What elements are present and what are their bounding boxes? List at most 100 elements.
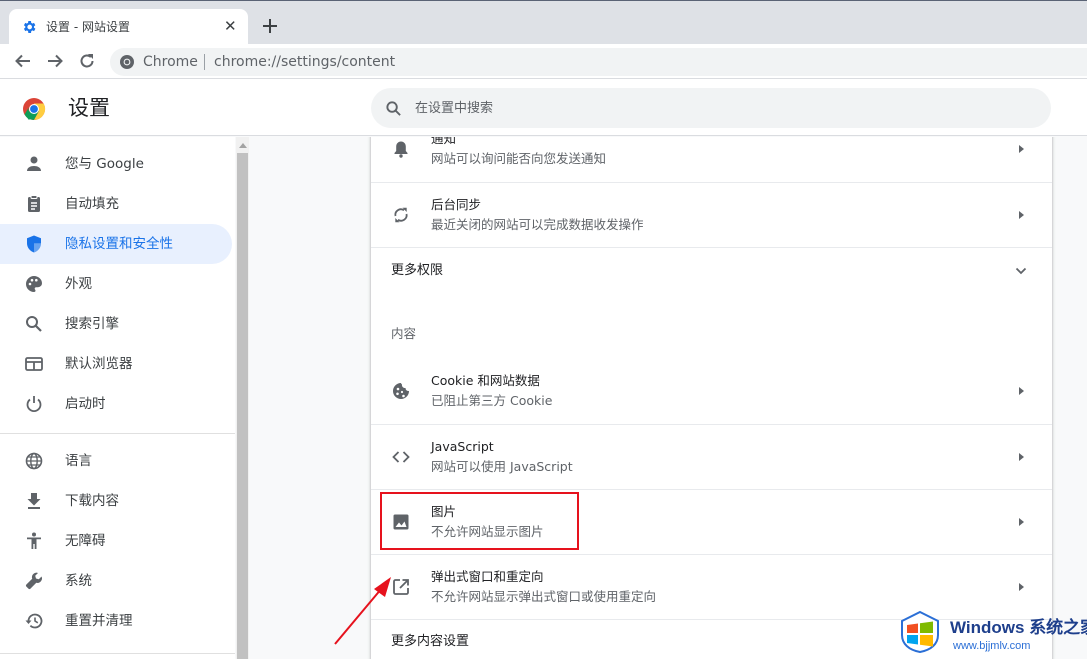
row-javascript[interactable]: JavaScript 网站可以使用 JavaScript: [371, 424, 1052, 489]
clipboard-icon: [28, 195, 40, 212]
watermark-url: www.bjjmlv.com: [953, 640, 1031, 652]
chrome-icon: [120, 55, 134, 69]
tab-settings[interactable]: 设置 - 网站设置 ✕: [9, 9, 248, 45]
person-icon: [27, 156, 41, 171]
search-icon: [26, 316, 42, 332]
sidebar-divider: [0, 653, 235, 654]
sidebar-item-label: 重置并清理: [65, 613, 133, 629]
scroll-up-arrow-icon[interactable]: [239, 143, 247, 148]
watermark-brand-cn: 系统之家: [1029, 618, 1087, 637]
cookie-icon: [393, 383, 409, 399]
arrow-right-icon: [1019, 387, 1024, 395]
row-subtitle: 已阻止第三方 Cookie: [431, 393, 553, 408]
sidebar-item-autofill[interactable]: 自动填充: [0, 184, 232, 224]
address-bar[interactable]: Chrome chrome://settings/content: [110, 48, 1087, 76]
sidebar-divider: [0, 433, 235, 434]
chevron-down-icon: [1015, 267, 1027, 275]
sync-icon: [394, 207, 408, 223]
arrow-right-icon: [1019, 453, 1024, 461]
content-section-heading: 内容: [391, 326, 417, 341]
sidebar-item-label: 自动填充: [65, 196, 119, 212]
sidebar-item-label: 隐私设置和安全性: [65, 236, 173, 252]
sidebar-item-languages[interactable]: 语言: [0, 441, 232, 481]
sidebar-scrollbar[interactable]: [236, 137, 249, 659]
row-subtitle: 最近关闭的网站可以完成数据收发操作: [431, 217, 644, 232]
address-separator: [204, 54, 205, 70]
sidebar-item-label: 语言: [65, 453, 92, 469]
row-title: 后台同步: [431, 197, 482, 212]
chrome-logo-icon: [23, 98, 46, 121]
sidebar-item-label: 搜索引擎: [65, 316, 119, 332]
restore-icon: [25, 613, 43, 629]
forward-arrow-icon[interactable]: [46, 52, 64, 70]
shield-icon: [27, 235, 41, 253]
sidebar-item-label: 外观: [65, 276, 92, 292]
settings-sidebar: 您与 Google 自动填充 隐私设置和安全性 外观 搜索引擎 默认浏览器 启动…: [0, 137, 235, 659]
close-icon[interactable]: ✕: [224, 18, 237, 34]
sidebar-item-label: 系统: [65, 573, 92, 589]
browser-toolbar: Chrome chrome://settings/content: [0, 44, 1087, 79]
tab-title: 设置 - 网站设置: [46, 20, 130, 34]
row-title: 弹出式窗口和重定向: [431, 569, 544, 584]
sidebar-item-label: 您与 Google: [65, 156, 144, 172]
download-icon: [27, 493, 41, 509]
sidebar-item-default-browser[interactable]: 默认浏览器: [0, 344, 232, 384]
sidebar-item-downloads[interactable]: 下载内容: [0, 481, 232, 521]
watermark: Windows 系统之家 www.bjjmlv.com: [897, 605, 1087, 659]
more-permissions-toggle[interactable]: 更多权限: [371, 247, 1052, 294]
sidebar-item-privacy[interactable]: 隐私设置和安全性: [0, 224, 232, 264]
more-content-settings-label: 更多内容设置: [391, 634, 470, 649]
sidebar-item-system[interactable]: 系统: [0, 561, 232, 601]
arrow-right-icon: [1019, 211, 1024, 219]
browser-window-icon: [25, 357, 43, 371]
power-icon: [26, 396, 42, 413]
gear-icon: [23, 21, 36, 33]
bell-icon: [394, 141, 408, 158]
more-permissions-label: 更多权限: [391, 263, 444, 278]
sidebar-item-search-engine[interactable]: 搜索引擎: [0, 304, 232, 344]
site-settings-card: 通知 网站可以询问能否向您发送通知 后台同步 最近关闭的网站可以完成数据收发操作…: [371, 137, 1052, 659]
row-title: JavaScript: [431, 439, 494, 454]
sidebar-item-appearance[interactable]: 外观: [0, 264, 232, 304]
code-icon: [392, 451, 410, 463]
palette-icon: [26, 276, 42, 292]
reload-icon[interactable]: [78, 52, 96, 70]
row-background-sync[interactable]: 后台同步 最近关闭的网站可以完成数据收发操作: [371, 182, 1052, 247]
row-subtitle: 网站可以使用 JavaScript: [431, 459, 573, 474]
search-icon: [386, 101, 401, 116]
address-url[interactable]: chrome://settings/content: [214, 53, 395, 71]
sidebar-item-reset[interactable]: 重置并清理: [0, 601, 232, 641]
annotation-highlight-box: [380, 492, 579, 550]
row-title: Cookie 和网站数据: [431, 373, 540, 388]
back-arrow-icon[interactable]: [14, 52, 32, 70]
annotation-arrow-icon: [334, 577, 391, 645]
sidebar-item-you-and-google[interactable]: 您与 Google: [0, 144, 232, 184]
row-notifications[interactable]: 通知 网站可以询问能否向您发送通知: [371, 137, 1052, 182]
windows-logo-icon: [901, 610, 939, 654]
sidebar-item-on-startup[interactable]: 启动时: [0, 384, 232, 424]
row-subtitle: 网站可以询问能否向您发送通知: [431, 151, 607, 166]
arrow-right-icon: [1019, 145, 1024, 153]
new-tab-icon[interactable]: [260, 16, 280, 36]
page-title: 设置: [68, 96, 110, 120]
settings-search[interactable]: [371, 88, 1051, 128]
sidebar-item-label: 无障碍: [65, 533, 106, 549]
arrow-right-icon: [1019, 583, 1024, 591]
watermark-brand-en: Windows: [950, 618, 1025, 637]
sidebar-item-accessibility[interactable]: 无障碍: [0, 521, 232, 561]
search-input[interactable]: [415, 88, 1015, 128]
sidebar-item-label: 启动时: [65, 396, 106, 412]
globe-icon: [25, 452, 43, 470]
settings-header: 设置: [0, 79, 1087, 136]
row-subtitle: 不允许网站显示弹出式窗口或使用重定向: [431, 589, 657, 604]
scrollbar-thumb[interactable]: [237, 153, 248, 659]
address-site-label: Chrome: [143, 54, 198, 70]
arrow-right-icon: [1019, 518, 1024, 526]
sidebar-item-label: 下载内容: [65, 493, 119, 509]
accessibility-icon: [27, 532, 41, 549]
sidebar-item-label: 默认浏览器: [65, 356, 133, 372]
tab-strip: 设置 - 网站设置 ✕: [0, 0, 1087, 45]
wrench-icon: [26, 572, 42, 589]
row-title: 通知: [431, 137, 457, 146]
row-cookies[interactable]: Cookie 和网站数据 已阻止第三方 Cookie: [371, 359, 1052, 424]
